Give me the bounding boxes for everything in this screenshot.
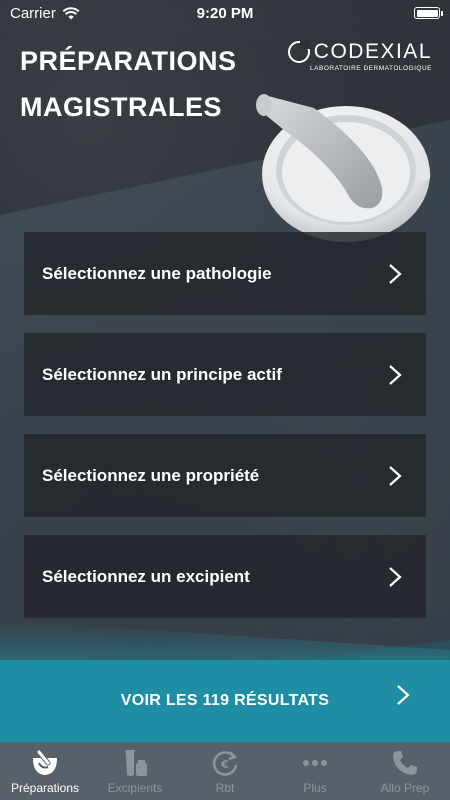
chevron-right-icon — [397, 685, 410, 705]
mortar-icon — [30, 748, 60, 778]
select-excipient-button[interactable]: Sélectionnez un excipient — [24, 535, 426, 618]
status-bar: Carrier 9:20 PM — [0, 0, 450, 26]
menu-item-label: Sélectionnez un principe actif — [42, 364, 282, 384]
page-title: PRÉPARATIONS MAGISTRALES — [20, 38, 280, 130]
svg-text:€: € — [220, 758, 229, 771]
wifi-icon — [62, 6, 80, 19]
tab-label: Allo Prep — [380, 781, 430, 795]
select-active-ingredient-button[interactable]: Sélectionnez un principe actif — [24, 333, 426, 416]
carrier-label: Carrier — [10, 4, 56, 22]
tab-label: Préparations — [10, 781, 80, 795]
menu-item-label: Sélectionnez une pathologie — [42, 263, 272, 283]
results-label: VOIR LES 119 RÉSULTATS — [120, 692, 330, 709]
chevron-right-icon — [389, 364, 402, 385]
chevron-right-icon — [389, 566, 402, 587]
tab-rbt[interactable]: € Rbt — [180, 742, 270, 800]
select-pathology-button[interactable]: Sélectionnez une pathologie — [24, 232, 426, 315]
title-line-2: MAGISTRALES — [20, 92, 223, 122]
tab-preparations[interactable]: Préparations — [0, 742, 90, 800]
filter-menu: Sélectionnez une pathologie Sélectionnez… — [24, 232, 426, 618]
mortar-pestle-illustration — [256, 94, 431, 242]
menu-item-label: Sélectionnez un excipient — [42, 566, 250, 586]
tab-allo-prep[interactable]: Allo Prep — [360, 742, 450, 800]
title-line-1: PRÉPARATIONS — [20, 46, 237, 76]
battery-icon — [414, 7, 443, 19]
view-results-button[interactable]: VOIR LES 119 RÉSULTATS — [0, 660, 450, 742]
refresh-euro-icon: € — [210, 748, 240, 778]
chevron-right-icon — [389, 465, 402, 486]
phone-icon — [390, 748, 420, 778]
select-property-button[interactable]: Sélectionnez une propriété — [24, 434, 426, 517]
tab-label: Excipients — [107, 781, 163, 795]
tab-label: Rbt — [215, 781, 235, 795]
menu-item-label: Sélectionnez une propriété — [42, 465, 260, 485]
tab-label: Plus — [303, 781, 327, 795]
tab-plus[interactable]: Plus — [270, 742, 360, 800]
more-icon — [300, 748, 330, 778]
logo-mark-icon — [287, 41, 310, 63]
logo-tagline: LABORATOIRE DERMATOLOGIQUE — [310, 65, 432, 72]
tab-excipients[interactable]: Excipients — [90, 742, 180, 800]
chevron-right-icon — [389, 263, 402, 284]
logo-name: CODEXIAL — [313, 40, 432, 63]
tube-icon — [120, 748, 150, 778]
brand-logo: CODEXIAL LABORATOIRE DERMATOLOGIQUE — [287, 40, 432, 72]
tab-bar: Préparations Excipients € Rbt Plus Allo … — [0, 742, 450, 800]
